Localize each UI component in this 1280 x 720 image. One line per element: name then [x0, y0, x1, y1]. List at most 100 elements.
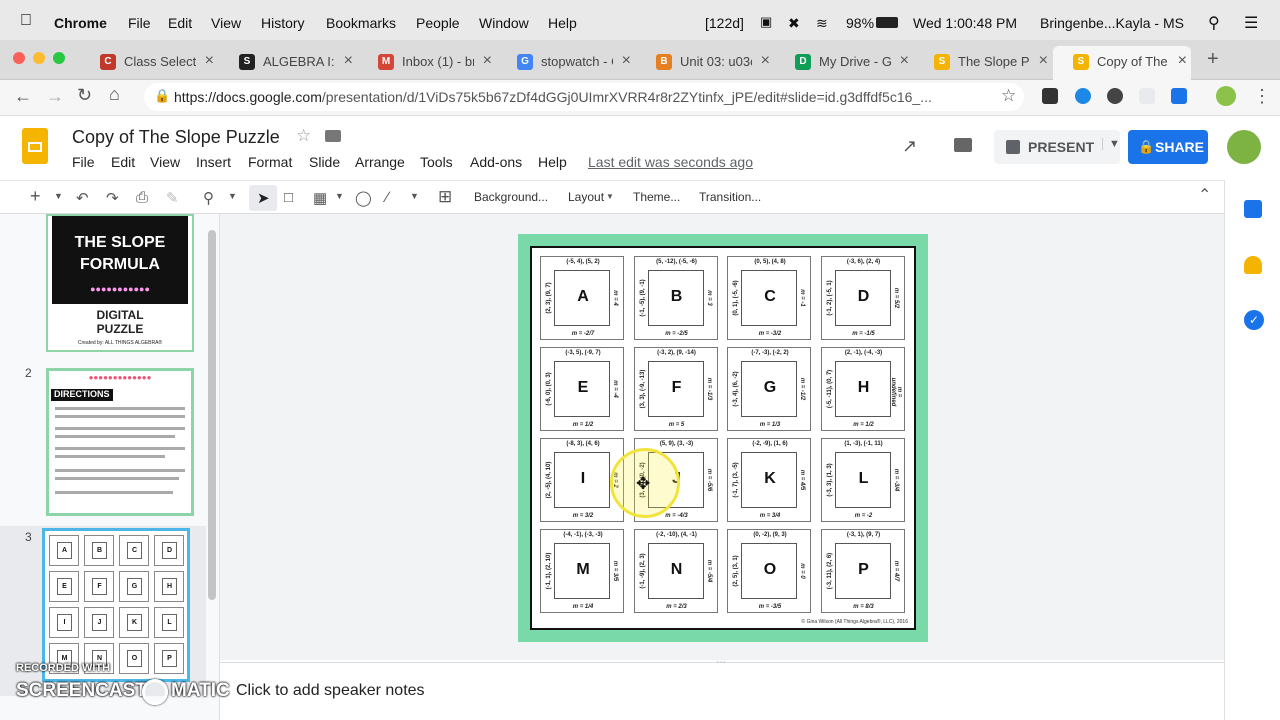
doc-menu-file[interactable]: File	[72, 154, 95, 170]
apple-icon[interactable]: 	[20, 12, 32, 30]
tab-close-icon[interactable]: ×	[205, 52, 214, 70]
menu-bookmarks[interactable]: Bookmarks	[326, 15, 396, 31]
browser-tab[interactable]: M Inbox (1) - br ×	[358, 46, 496, 80]
puzzle-card-n[interactable]: (-2, -10), (4, -1) (-1, -9), (2, 3) m = -5…	[633, 529, 718, 613]
browser-tab[interactable]: D My Drive - G ×	[775, 46, 913, 80]
puzzle-card-k[interactable]: (-2, -9), (1, 6) (-1, 7), (3, -5) m = 4/5 m…	[727, 438, 811, 522]
insert-comment-icon[interactable]: ⊞	[438, 187, 452, 207]
browser-tab[interactable]: S The Slope Pu ×	[914, 46, 1052, 80]
new-slide-dropdown-icon[interactable]: ▼	[54, 191, 63, 201]
puzzle-card-d[interactable]: (-3, 6), (2, 4) (-1, 2), (-5, 1) m = 5/2 m …	[820, 256, 905, 340]
share-button[interactable]: 🔒 SHARE	[1128, 130, 1208, 164]
puzzle-card-h[interactable]: (2, -1), (-4, -3) (-5, -11), (0, 7) m = un…	[820, 347, 905, 431]
profile-avatar[interactable]	[1216, 86, 1236, 106]
zoom-window-button[interactable]	[53, 52, 65, 64]
calendar-icon[interactable]	[1244, 200, 1262, 218]
image-dropdown-icon[interactable]: ▼	[335, 191, 344, 201]
transition-button[interactable]: Transition...	[699, 190, 761, 204]
layout-dropdown-icon[interactable]: ▼	[606, 192, 614, 201]
extension-icon-1[interactable]	[1042, 88, 1058, 104]
slide-thumbnail-2[interactable]: ●●●●●●●●●●●●● DIRECTIONS	[46, 368, 194, 516]
account-avatar[interactable]	[1227, 130, 1261, 164]
doc-menu-edit[interactable]: Edit	[111, 154, 135, 170]
doc-menu-help[interactable]: Help	[538, 154, 567, 170]
keep-icon[interactable]	[1244, 256, 1262, 274]
slide-thumbnail-3[interactable]: ABCDEFGHIJKLMNOP	[42, 528, 190, 682]
speaker-notes[interactable]: ⋯ Click to add speaker notes	[220, 657, 1224, 720]
browser-tab[interactable]: S Copy of The ×	[1053, 46, 1191, 80]
tab-close-icon[interactable]: ×	[900, 52, 909, 70]
line-dropdown-icon[interactable]: ▼	[410, 191, 419, 201]
doc-menu-arrange[interactable]: Arrange	[355, 154, 405, 170]
filmstrip-scrollbar[interactable]	[208, 230, 216, 600]
doc-menu-addons[interactable]: Add-ons	[470, 154, 522, 170]
layout-button[interactable]: Layout	[568, 190, 604, 204]
puzzle-card-l[interactable]: (1, -3), (-1, 11) (-3, 3), (1, 3) m = -3/4…	[820, 438, 905, 522]
close-window-button[interactable]	[13, 52, 25, 64]
menu-history[interactable]: History	[261, 15, 305, 31]
doc-menu-format[interactable]: Format	[248, 154, 292, 170]
comments-icon[interactable]	[954, 138, 972, 152]
puzzle-card-g[interactable]: (-7, -3), (-2, 2) (-3, 4), (6, -2) m = -1/…	[727, 347, 811, 431]
browser-tab[interactable]: C Class Select ×	[80, 46, 218, 80]
zoom-dropdown-icon[interactable]: ▼	[228, 191, 237, 201]
minimize-window-button[interactable]	[33, 52, 45, 64]
slides-logo-icon[interactable]	[22, 128, 48, 164]
url-text[interactable]: https://docs.google.com/presentation/d/1…	[174, 89, 932, 105]
battery-icon[interactable]	[876, 17, 898, 28]
puzzle-card-c[interactable]: (0, 5), (4, 8) (0, 1), (-5, -6) m = -1 m = …	[727, 256, 811, 340]
bookmark-star-icon[interactable]: ☆	[1001, 86, 1016, 106]
lock-icon[interactable]: 🔒	[154, 88, 170, 104]
redo-icon[interactable]: ↷	[106, 189, 119, 207]
tab-close-icon[interactable]: ×	[1178, 52, 1187, 70]
print-icon[interactable]: ⎙	[136, 189, 148, 206]
puzzle-card-b[interactable]: (5, -12), (-5, -6) (-1, -5), (9, -1) m = 3…	[633, 256, 718, 340]
wifi-icon[interactable]: ≋	[816, 15, 828, 32]
puzzle-card-f[interactable]: (-3, 2), (9, -14) (3, 3), (-9, -13) m = -1…	[633, 347, 718, 431]
chrome-menu-icon[interactable]: ⋮	[1253, 86, 1271, 107]
zoom-icon[interactable]: ⚲	[203, 189, 214, 207]
extension-icon-2[interactable]	[1075, 88, 1091, 104]
display-icon[interactable]: ▣	[760, 14, 772, 30]
new-tab-button[interactable]: +	[1207, 48, 1219, 71]
browser-tab[interactable]: B Unit 03: u03c ×	[636, 46, 774, 80]
doc-menu-view[interactable]: View	[150, 154, 180, 170]
menu-help[interactable]: Help	[548, 15, 577, 31]
clock[interactable]: Wed 1:00:48 PM	[913, 15, 1017, 31]
vpn-icon[interactable]: ✖	[788, 15, 800, 32]
doc-menu-slide[interactable]: Slide	[309, 154, 340, 170]
puzzle-card-a[interactable]: (-5, 4), (5, 2) (2, 3), (9, 7) m = 4 m = -2…	[540, 256, 624, 340]
forward-icon[interactable]: →	[46, 86, 64, 107]
puzzle-card-p[interactable]: (-3, 1), (9, 7) (-3, 11), (2, 6) m = 4/7 m …	[820, 529, 905, 613]
menu-file[interactable]: File	[128, 15, 151, 31]
tab-close-icon[interactable]: ×	[483, 52, 492, 70]
collapse-toolbar-icon[interactable]: ⌃	[1198, 185, 1211, 205]
undo-icon[interactable]: ↶	[76, 189, 89, 207]
notes-resize-handle[interactable]: ⋯	[716, 657, 726, 668]
new-slide-icon[interactable]: +	[30, 186, 41, 207]
reload-icon[interactable]: ↻	[77, 85, 92, 106]
menu-people[interactable]: People	[416, 15, 460, 31]
select-tool-button[interactable]: ➤	[249, 185, 277, 211]
present-dropdown-icon[interactable]: ▼	[1102, 138, 1120, 150]
tab-close-icon[interactable]: ×	[1039, 52, 1048, 70]
text-box-icon[interactable]: □	[284, 189, 293, 206]
doc-menu-tools[interactable]: Tools	[420, 154, 453, 170]
extension-icon-5[interactable]	[1171, 88, 1187, 104]
last-edit-link[interactable]: Last edit was seconds ago	[588, 154, 753, 170]
home-icon[interactable]: ⌂	[109, 84, 120, 105]
background-button[interactable]: Background...	[474, 190, 548, 204]
puzzle-card-m[interactable]: (-4, -1), (-3, -3) (-1, 1), (2, 10) m = 3/…	[540, 529, 624, 613]
notification-center-icon[interactable]: ☰	[1244, 13, 1258, 33]
image-icon[interactable]: ▦	[313, 189, 327, 207]
line-icon[interactable]: ∕	[386, 189, 389, 206]
current-slide[interactable]: (-5, 4), (5, 2) (2, 3), (9, 7) m = 4 m = -2…	[518, 234, 928, 642]
shape-icon[interactable]: ◯	[355, 189, 372, 207]
tab-close-icon[interactable]: ×	[622, 52, 631, 70]
app-menu-chrome[interactable]: Chrome	[54, 15, 107, 31]
puzzle-card-o[interactable]: (0, -2), (9, 3) (2, 5), (3, 1) m = 0 m = -3…	[727, 529, 811, 613]
tasks-icon[interactable]: ✓	[1244, 310, 1264, 330]
menu-edit[interactable]: Edit	[168, 15, 192, 31]
doc-menu-insert[interactable]: Insert	[196, 154, 231, 170]
tab-close-icon[interactable]: ×	[761, 52, 770, 70]
